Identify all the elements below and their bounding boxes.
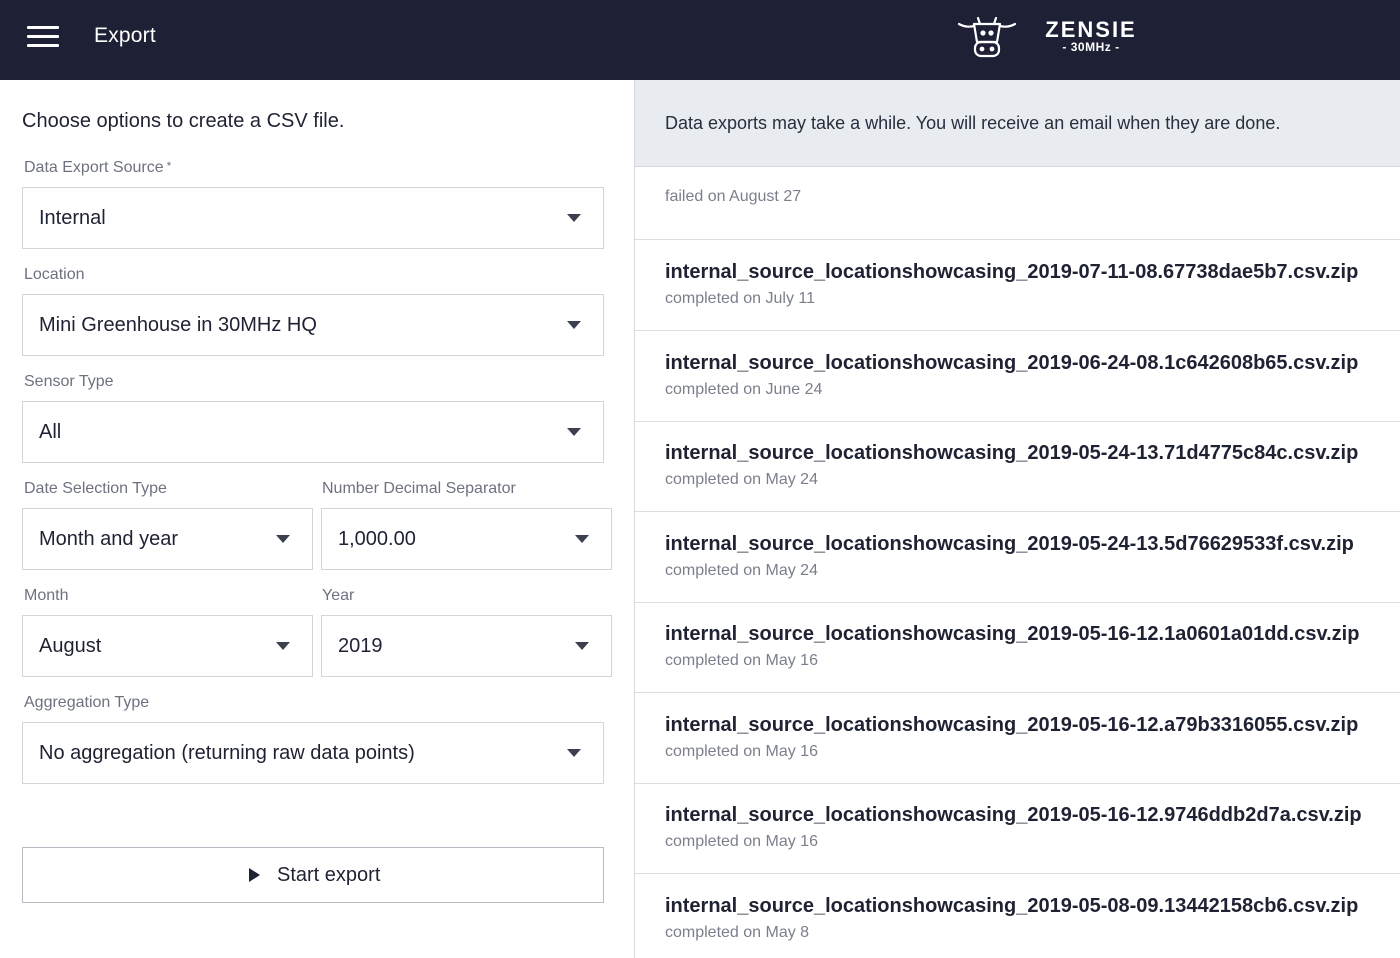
year-select[interactable]: 2019 [321, 615, 612, 677]
start-export-label: Start export [277, 864, 381, 886]
export-status: completed on May 24 [665, 471, 818, 488]
required-marker: * [166, 159, 172, 173]
export-item[interactable]: internal_source_locationshowcasing_2019-… [635, 693, 1400, 784]
export-notice-text: Data exports may take a while. You will … [665, 113, 1281, 133]
location-value: Mini Greenhouse in 30MHz HQ [39, 314, 317, 336]
export-status: completed on May 16 [665, 652, 818, 669]
start-export-button[interactable]: Start export [22, 847, 604, 903]
export-item[interactable]: internal_source_locationshowcasing_2019-… [635, 602, 1400, 693]
decimal-separator-select[interactable]: 1,000.00 [321, 508, 612, 570]
export-item[interactable]: internal_source_locationshowcasing_2019-… [635, 240, 1400, 331]
year-value: 2019 [338, 635, 383, 657]
export-filename[interactable]: internal_source_locationshowcasing_2019-… [665, 533, 1354, 556]
dropdown-caret-icon [567, 214, 581, 222]
dropdown-caret-icon [276, 642, 290, 650]
dropdown-caret-icon [567, 749, 581, 757]
failed-export-row: failed on August 27 [635, 167, 1400, 240]
play-icon [249, 868, 260, 882]
export-filename[interactable]: internal_source_locationshowcasing_2019-… [665, 623, 1359, 646]
dropdown-caret-icon [567, 428, 581, 436]
decimal-separator-label: Number Decimal Separator [322, 480, 516, 497]
dropdown-caret-icon [276, 535, 290, 543]
month-select[interactable]: August [22, 615, 313, 677]
brand-subtitle: - 30MHz - [1062, 40, 1120, 54]
export-filename[interactable]: internal_source_locationshowcasing_2019-… [665, 352, 1358, 375]
export-filename[interactable]: internal_source_locationshowcasing_2019-… [665, 714, 1358, 737]
export-item[interactable]: internal_source_locationshowcasing_2019-… [635, 783, 1400, 874]
export-item[interactable]: internal_source_locationshowcasing_2019-… [635, 331, 1400, 422]
aggregation-type-label: Aggregation Type [24, 694, 150, 711]
export-filename[interactable]: internal_source_locationshowcasing_2019-… [665, 895, 1358, 918]
export-status: completed on May 16 [665, 743, 818, 760]
sensor-type-value: All [39, 421, 62, 443]
export-item[interactable]: internal_source_locationshowcasing_2019-… [635, 421, 1400, 512]
month-value: August [39, 635, 102, 657]
year-label: Year [322, 587, 355, 604]
export-filename[interactable]: internal_source_locationshowcasing_2019-… [665, 261, 1358, 284]
export-history: Data exports may take a while. You will … [635, 80, 1400, 958]
decimal-separator-value: 1,000.00 [338, 528, 416, 550]
form-intro: Choose options to create a CSV file. [22, 110, 345, 132]
export-item[interactable]: internal_source_locationshowcasing_2019-… [635, 512, 1400, 603]
export-item[interactable]: internal_source_locationshowcasing_2019-… [635, 874, 1400, 958]
page-title: Export [94, 24, 156, 47]
export-status: completed on May 24 [665, 562, 818, 579]
location-label: Location [24, 266, 85, 283]
date-selection-type-select[interactable]: Month and year [22, 508, 313, 570]
export-status: completed on July 11 [665, 290, 816, 307]
export-status: completed on May 16 [665, 833, 818, 850]
data-export-source-label: Data Export Source * [24, 159, 172, 176]
dropdown-caret-icon [567, 321, 581, 329]
aggregation-type-select[interactable]: No aggregation (returning raw data point… [22, 722, 604, 784]
dropdown-caret-icon [575, 642, 589, 650]
date-selection-type-label: Date Selection Type [24, 480, 167, 497]
month-label: Month [24, 587, 69, 604]
date-selection-type-value: Month and year [39, 528, 178, 550]
sensor-type-select[interactable]: All [22, 401, 604, 463]
cow-logo-icon [957, 16, 1017, 58]
location-select[interactable]: Mini Greenhouse in 30MHz HQ [22, 294, 604, 356]
export-filename[interactable]: internal_source_locationshowcasing_2019-… [665, 804, 1362, 827]
export-form: Choose options to create a CSV file. Dat… [0, 80, 634, 958]
export-status: completed on May 8 [665, 924, 810, 941]
export-filename[interactable]: internal_source_locationshowcasing_2019-… [665, 442, 1358, 465]
top-bar: Export ZENSIE - 30MHz - [0, 0, 1400, 80]
aggregation-type-value: No aggregation (returning raw data point… [39, 742, 415, 764]
data-export-source-value: Internal [39, 207, 106, 229]
dropdown-caret-icon [575, 535, 589, 543]
export-status: failed on August 27 [665, 188, 802, 205]
hamburger-menu-icon[interactable] [27, 25, 59, 49]
export-notice: Data exports may take a while. You will … [635, 80, 1400, 167]
data-export-source-select[interactable]: Internal [22, 187, 604, 249]
export-status: completed on June 24 [665, 381, 823, 398]
sensor-type-label: Sensor Type [24, 373, 114, 390]
